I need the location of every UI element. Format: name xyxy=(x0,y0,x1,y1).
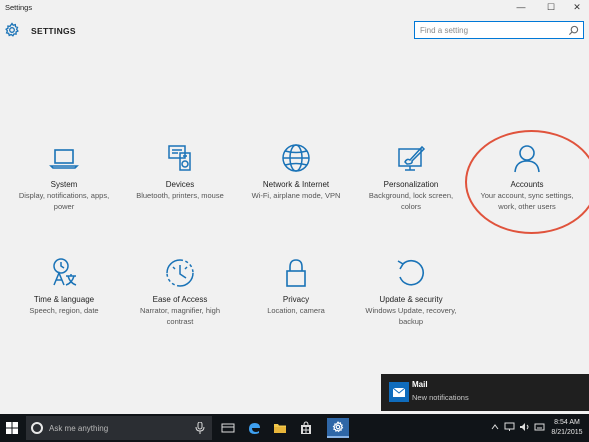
tile-description: Wi-Fi, airplane mode, VPN xyxy=(251,191,341,200)
microphone-icon[interactable] xyxy=(195,422,205,434)
start-button[interactable] xyxy=(0,414,24,442)
tile-name: Personalization xyxy=(383,180,439,189)
toast-body: New notifications xyxy=(412,393,469,402)
accounts-highlight-circle xyxy=(465,130,589,234)
tile-name: System xyxy=(50,180,78,189)
tile-description: Bluetooth, printers, mouse xyxy=(136,191,224,200)
clock-time: 8:54 AM xyxy=(554,419,580,426)
tile-description: Location, camera xyxy=(267,306,325,315)
mail-notification-toast[interactable]: Mail New notifications xyxy=(381,374,589,411)
globe-icon xyxy=(282,144,310,172)
window-title: Settings xyxy=(5,3,33,12)
settings-taskbar-button[interactable] xyxy=(327,418,349,438)
search-input[interactable] xyxy=(420,23,565,37)
page-title: SETTINGS xyxy=(31,26,76,36)
gear-icon xyxy=(5,22,19,37)
tile-name: Devices xyxy=(165,180,195,189)
tile-description: Speech, region, date xyxy=(29,306,99,315)
tile-description: Windows Update, recovery, backup xyxy=(365,306,457,326)
task-view-icon xyxy=(221,423,235,433)
tile-privacy[interactable]: Privacy Location, camera xyxy=(237,257,355,316)
edge-taskbar-button[interactable] xyxy=(244,418,264,438)
folder-icon xyxy=(274,424,286,433)
cortana-search-box[interactable]: Ask me anything xyxy=(26,416,212,440)
tile-description: Background, lock screen, colors xyxy=(368,191,454,211)
time-language-icon xyxy=(53,258,77,286)
tile-name: Network & Internet xyxy=(262,180,330,189)
mail-icon xyxy=(389,382,409,402)
cortana-placeholder: Ask me anything xyxy=(49,424,109,433)
settings-header: SETTINGS xyxy=(0,18,589,44)
tile-personalization[interactable]: Personalization Background, lock screen,… xyxy=(352,142,470,212)
task-view-button[interactable] xyxy=(218,418,238,438)
search-icon[interactable] xyxy=(568,25,579,36)
tile-update-security[interactable]: Update & security Windows Update, recove… xyxy=(352,257,470,327)
gear-icon xyxy=(332,421,344,433)
tile-system[interactable]: System Display, notifications, apps, pow… xyxy=(5,142,123,212)
tile-name: Ease of Access xyxy=(152,295,208,304)
paint-icon xyxy=(398,145,426,171)
clock-date: 8/21/2015 xyxy=(551,429,583,436)
tile-devices[interactable]: Devices Bluetooth, printers, mouse xyxy=(121,142,239,201)
tile-name: Time & language xyxy=(33,295,95,304)
store-icon xyxy=(301,421,311,434)
tile-description: Display, notifications, apps, power xyxy=(18,191,110,211)
close-button[interactable]: ✕ xyxy=(564,0,589,14)
minimize-button[interactable]: — xyxy=(508,0,534,14)
tile-description: Narrator, magnifier, high contrast xyxy=(139,306,221,326)
volume-icon[interactable] xyxy=(519,422,530,432)
network-icon[interactable] xyxy=(504,422,515,432)
tile-ease-of-access[interactable]: Ease of Access Narrator, magnifier, high… xyxy=(121,257,239,327)
settings-window: Settings — ☐ ✕ SETTINGS System xyxy=(0,0,589,414)
tile-network[interactable]: Network & Internet Wi-Fi, airplane mode,… xyxy=(237,142,355,201)
store-button[interactable] xyxy=(296,418,316,438)
cortana-icon xyxy=(31,422,43,434)
toast-title: Mail xyxy=(412,380,428,389)
lock-icon xyxy=(286,259,306,287)
update-icon xyxy=(397,259,425,286)
system-clock[interactable]: 8:54 AM 8/21/2015 xyxy=(548,418,586,438)
chevron-up-icon[interactable] xyxy=(491,422,499,432)
tile-name: Privacy xyxy=(282,295,310,304)
maximize-button[interactable]: ☐ xyxy=(538,0,564,14)
devices-icon xyxy=(168,145,191,171)
windows-logo-icon xyxy=(6,422,18,434)
ease-of-access-icon xyxy=(166,259,194,287)
tile-name: Update & security xyxy=(379,295,443,304)
tile-time-language[interactable]: Time & language Speech, region, date xyxy=(5,257,123,316)
edge-icon xyxy=(249,423,260,434)
title-bar: Settings — ☐ ✕ xyxy=(0,0,589,14)
laptop-icon xyxy=(49,149,79,169)
find-setting-box[interactable] xyxy=(414,21,584,39)
taskbar: Ask me anything 8:54 AM 8/21/2015 xyxy=(0,414,589,442)
file-explorer-button[interactable] xyxy=(270,418,290,438)
keyboard-icon[interactable] xyxy=(534,422,545,432)
